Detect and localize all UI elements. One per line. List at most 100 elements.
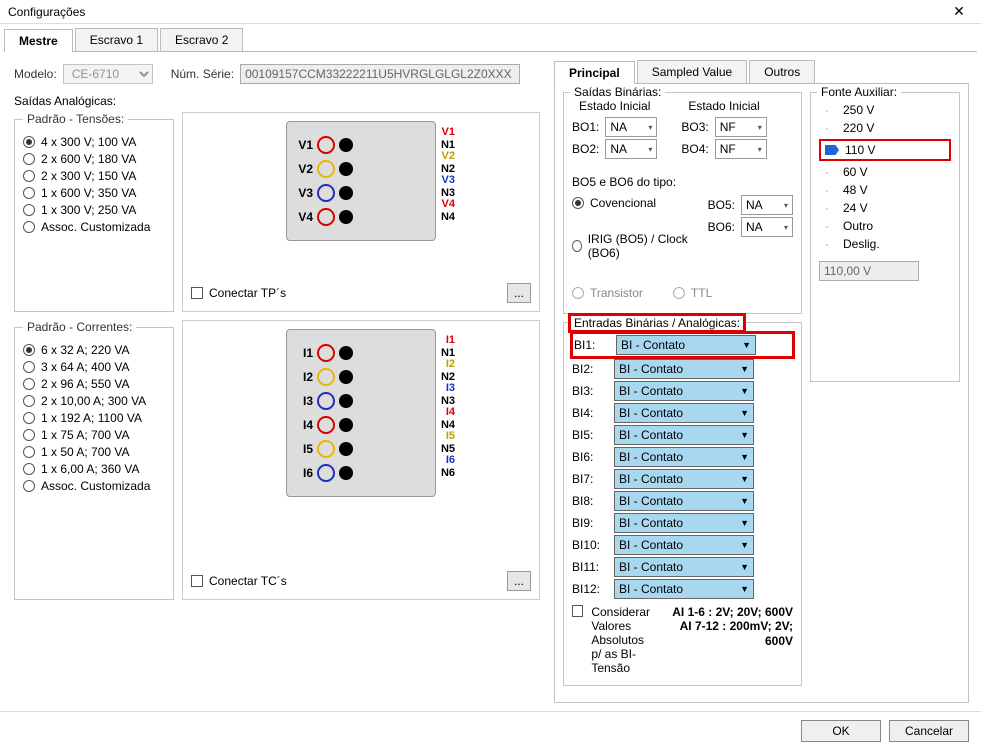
conectar-tc-checkbox[interactable] [191, 575, 203, 587]
irig-label: IRIG (BO5) / Clock (BO6) [588, 232, 692, 260]
bi8-select[interactable]: BI - Contato▼ [614, 491, 754, 511]
tensoes-opt-radio-1[interactable] [23, 153, 35, 165]
padrao-tensoes-title: Padrão - Tensões: [23, 112, 128, 126]
fonte-aux-opt-2[interactable]: 110 V [819, 139, 951, 161]
tensoes-opt-label-2: 2 x 300 V; 150 VA [41, 169, 136, 183]
bo5-select[interactable]: NA▾ [741, 195, 793, 215]
tab-escravo1[interactable]: Escravo 1 [75, 28, 158, 51]
I5-terminal-icon [317, 440, 335, 458]
N3-terminal-icon [339, 186, 353, 200]
correntes-opt-radio-0[interactable] [23, 344, 35, 356]
tab-outros[interactable]: Outros [749, 60, 815, 83]
fonte-aux-opt-6[interactable]: -Outro [819, 219, 951, 233]
tensoes-opt-radio-2[interactable] [23, 170, 35, 182]
bo2-label: BO2: [572, 142, 599, 156]
fonte-aux-opt-5[interactable]: -24 V [819, 201, 951, 215]
bi6-select[interactable]: BI - Contato▼ [614, 447, 754, 467]
correntes-opt-radio-6[interactable] [23, 446, 35, 458]
padrao-correntes-title: Padrão - Correntes: [23, 320, 136, 334]
fonte-auxiliar-title: Fonte Auxiliar: [817, 85, 901, 99]
conectar-tp-checkbox[interactable] [191, 287, 203, 299]
V3-wire-label: V3 [442, 174, 455, 186]
correntes-opt-label-0: 6 x 32 A; 220 VA [41, 343, 130, 357]
correntes-opt-radio-4[interactable] [23, 412, 35, 424]
fonte-aux-opt-7[interactable]: -Deslig. [819, 237, 951, 251]
radio-irig[interactable] [572, 240, 582, 252]
fonte-aux-opt-0[interactable]: -250 V [819, 103, 951, 117]
tab-mestre[interactable]: Mestre [4, 29, 73, 52]
correntes-opt-radio-2[interactable] [23, 378, 35, 390]
bi3-label: BI3: [572, 384, 606, 398]
fonte-aux-opt-1[interactable]: -220 V [819, 121, 951, 135]
bi9-select[interactable]: BI - Contato▼ [614, 513, 754, 533]
bi3-select[interactable]: BI - Contato▼ [614, 381, 754, 401]
fonte-aux-opt-label-0: 250 V [843, 103, 874, 117]
bo4-select[interactable]: NF▾ [715, 139, 767, 159]
bo3-label: BO3: [681, 120, 708, 134]
I3-label: I3 [293, 394, 313, 408]
tensoes-more-button[interactable]: ... [507, 283, 531, 303]
ok-button[interactable]: OK [801, 720, 881, 742]
I6-wire-label: I6 [446, 454, 455, 466]
correntes-opt-radio-5[interactable] [23, 429, 35, 441]
radio-transistor [572, 287, 584, 299]
bo6-select[interactable]: NA▾ [741, 217, 793, 237]
correntes-opt-label-4: 1 x 192 A; 1100 VA [41, 411, 142, 425]
bi12-select[interactable]: BI - Contato▼ [614, 579, 754, 599]
transistor-label: Transistor [590, 286, 643, 300]
fonte-aux-opt-4[interactable]: -48 V [819, 183, 951, 197]
tab-sampled-value[interactable]: Sampled Value [637, 60, 748, 83]
modelo-select[interactable]: CE-6710 [63, 64, 153, 84]
bi4-select[interactable]: BI - Contato▼ [614, 403, 754, 423]
tab-principal[interactable]: Principal [554, 61, 635, 84]
correntes-opt-radio-7[interactable] [23, 463, 35, 475]
bi7-label: BI7: [572, 472, 606, 486]
window-title: Configurações [8, 5, 85, 19]
V4-wire-label: V4 [442, 198, 455, 210]
right-tabstrip: Principal Sampled Value Outros [554, 60, 969, 84]
I6-label: I6 [293, 466, 313, 480]
tensoes-opt-radio-5[interactable] [23, 221, 35, 233]
bo3-select[interactable]: NF▾ [715, 117, 767, 137]
fonte-aux-opt-label-5: 24 V [843, 201, 868, 215]
bi1-select[interactable]: BI - Contato▼ [616, 335, 756, 355]
serie-field [240, 64, 520, 84]
radio-convencional[interactable] [572, 197, 584, 209]
N4-wire-label: N4 [441, 211, 455, 223]
correntes-more-button[interactable]: ... [507, 571, 531, 591]
N2-terminal-icon [339, 370, 353, 384]
bi2-select[interactable]: BI - Contato▼ [614, 359, 754, 379]
padrao-tensoes-group: Padrão - Tensões: 4 x 300 V; 100 VA2 x 6… [14, 112, 174, 312]
close-icon[interactable]: ✕ [945, 3, 973, 20]
fonte-aux-opt-3[interactable]: -60 V [819, 165, 951, 179]
tensoes-opt-radio-4[interactable] [23, 204, 35, 216]
considerar-checkbox[interactable] [572, 605, 583, 617]
conectar-tp-label: Conectar TP´s [209, 286, 286, 300]
saidas-binarias-group: Saídas Binárias: Estado Inicial BO1:NA▾ … [563, 92, 802, 314]
bi7-select[interactable]: BI - Contato▼ [614, 469, 754, 489]
correntes-diagram: I1N1I1I2N2I2I3N3I3I4N4I4I5N5I5I6N6I6 Con… [182, 320, 540, 600]
correntes-opt-radio-3[interactable] [23, 395, 35, 407]
bo1-select[interactable]: NA▾ [605, 117, 657, 137]
tensoes-opt-label-3: 1 x 600 V; 350 VA [41, 186, 136, 200]
fonte-auxiliar-group: Fonte Auxiliar: -250 V-220 V110 V-60 V-4… [810, 92, 960, 382]
tensoes-opt-label-0: 4 x 300 V; 100 VA [41, 135, 136, 149]
left-tabstrip: Mestre Escravo 1 Escravo 2 [4, 28, 977, 52]
correntes-opt-radio-1[interactable] [23, 361, 35, 373]
I2-terminal-icon [317, 368, 335, 386]
I4-wire-label: I4 [446, 406, 455, 418]
bi5-select[interactable]: BI - Contato▼ [614, 425, 754, 445]
saidas-analogicas-title: Saídas Analógicas: [14, 94, 540, 108]
tick-icon: - [825, 219, 837, 233]
correntes-opt-radio-8[interactable] [23, 480, 35, 492]
bi10-select[interactable]: BI - Contato▼ [614, 535, 754, 555]
V3-label: V3 [293, 186, 313, 200]
tab-escravo2[interactable]: Escravo 2 [160, 28, 243, 51]
cancel-button[interactable]: Cancelar [889, 720, 969, 742]
I6-terminal-icon [317, 464, 335, 482]
tensoes-opt-radio-0[interactable] [23, 136, 35, 148]
bo1-label: BO1: [572, 120, 599, 134]
bi11-select[interactable]: BI - Contato▼ [614, 557, 754, 577]
tensoes-opt-radio-3[interactable] [23, 187, 35, 199]
bo2-select[interactable]: NA▾ [605, 139, 657, 159]
